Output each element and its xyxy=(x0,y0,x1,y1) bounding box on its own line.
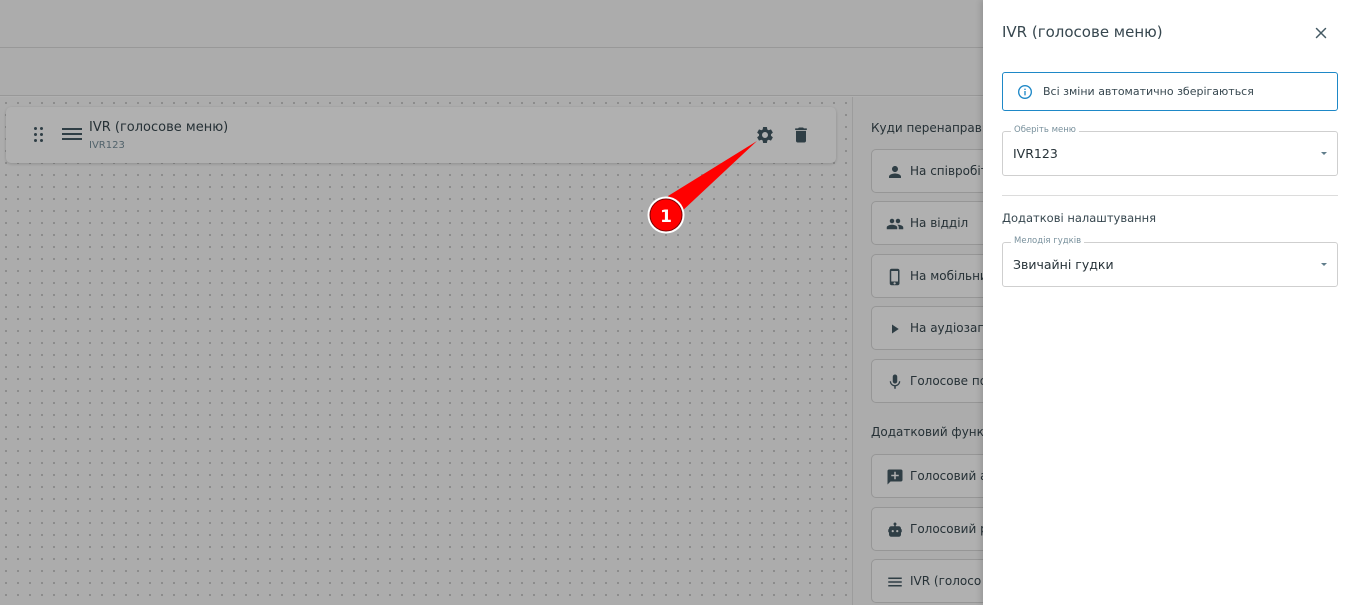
ringtone-select-value: Звичайні гудки xyxy=(1013,257,1114,272)
autosave-info-box: Всі зміни автоматично зберігаються xyxy=(1002,72,1338,111)
autosave-info-text: Всі зміни автоматично зберігаються xyxy=(1043,85,1254,98)
settings-drawer: IVR (голосове меню) Всі зміни автоматичн… xyxy=(983,0,1350,605)
dropdown-caret-icon xyxy=(1321,152,1327,155)
close-icon[interactable] xyxy=(1312,24,1330,42)
info-icon xyxy=(1018,85,1032,99)
ringtone-select-label: Мелодія гудків xyxy=(1011,236,1085,246)
extra-settings-title: Додаткові налаштування xyxy=(1002,211,1157,225)
menu-select[interactable]: Оберіть меню IVR123 xyxy=(1002,125,1338,176)
menu-select-value: IVR123 xyxy=(1013,146,1058,161)
drawer-title: IVR (голосове меню) xyxy=(1002,23,1163,41)
dropdown-caret-icon xyxy=(1321,263,1327,266)
divider xyxy=(1002,195,1338,196)
menu-select-label: Оберіть меню xyxy=(1011,125,1079,135)
modal-backdrop[interactable] xyxy=(0,0,983,605)
ringtone-select[interactable]: Мелодія гудків Звичайні гудки xyxy=(1002,236,1338,287)
